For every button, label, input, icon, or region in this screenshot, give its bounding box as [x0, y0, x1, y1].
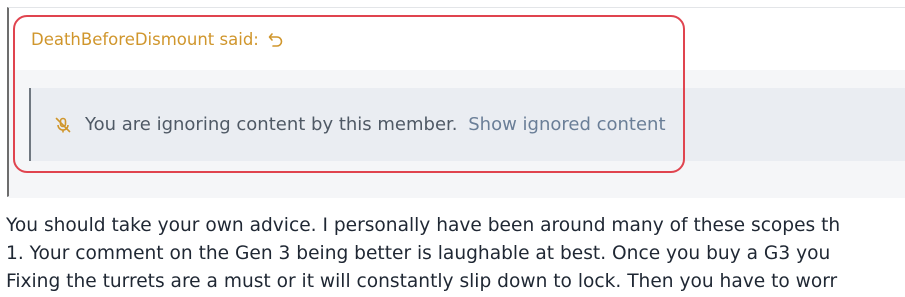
post-body: You should take your own advice. I perso…	[6, 212, 905, 296]
quote-header[interactable]: DeathBeforeDismount said:	[31, 30, 285, 49]
post-line: You should take your own advice. I perso…	[6, 215, 841, 236]
page: DeathBeforeDismount said: You are ignori…	[0, 0, 905, 297]
quote-block: DeathBeforeDismount said: You are ignori…	[7, 7, 905, 198]
post-line: Fixing the turrets are a must or it will…	[6, 271, 838, 292]
undo-arrow-icon[interactable]	[267, 31, 285, 49]
show-ignored-content-link[interactable]: Show ignored content	[468, 114, 665, 135]
post-line: 1. Your comment on the Gen 3 being bette…	[6, 243, 831, 264]
microphone-slash-icon	[53, 115, 73, 135]
ignored-message: You are ignoring content by this member.	[85, 114, 458, 135]
ignored-content-notice: You are ignoring content by this member.…	[29, 88, 905, 161]
quote-author-label[interactable]: DeathBeforeDismount said:	[31, 30, 259, 49]
